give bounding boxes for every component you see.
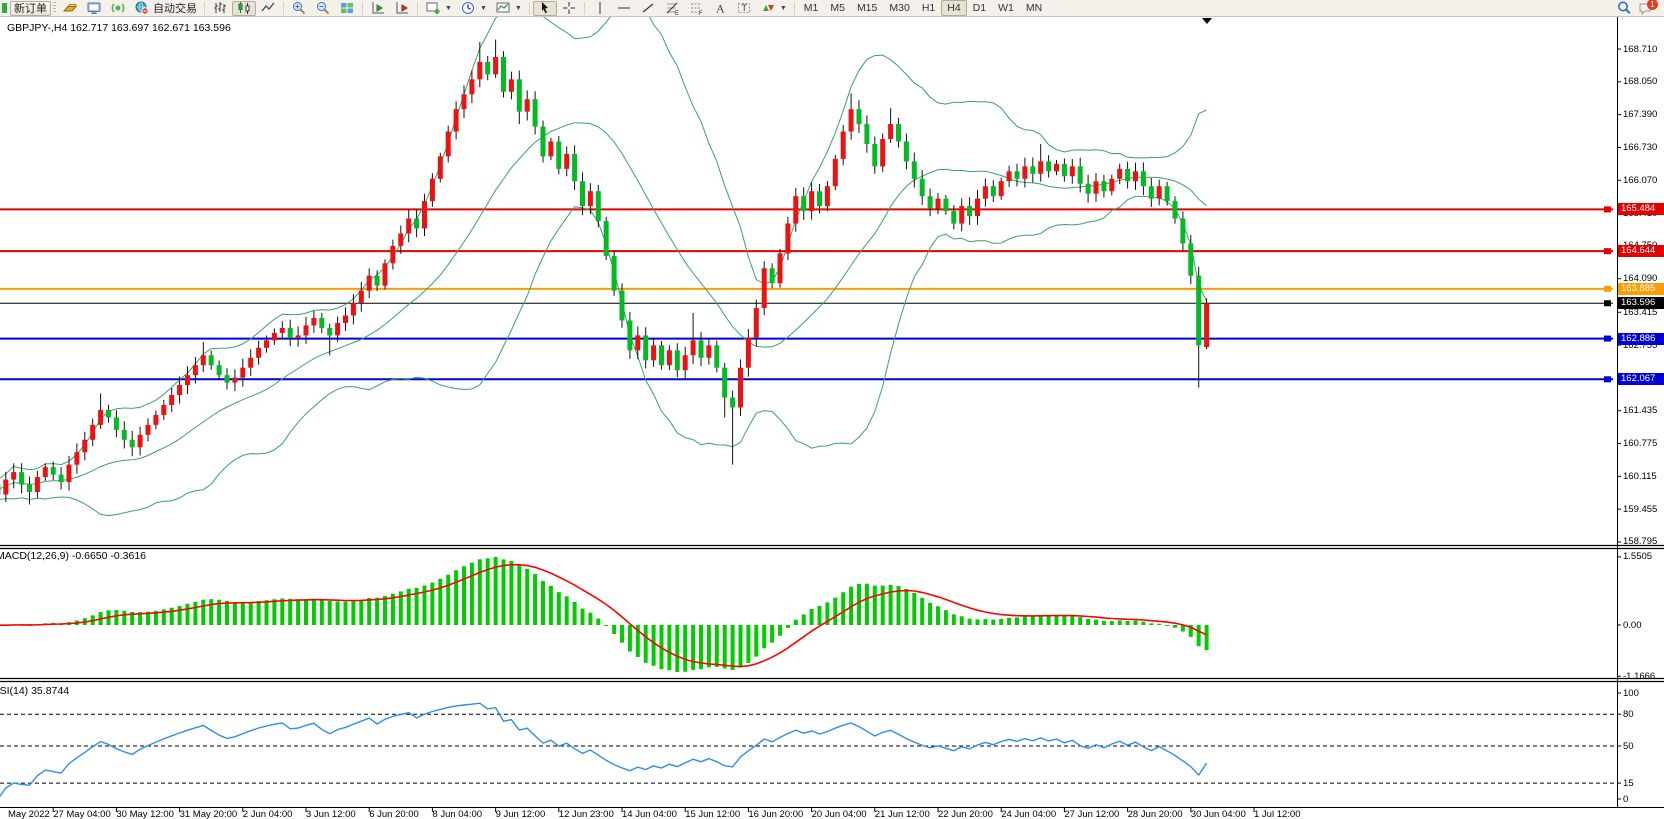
template-icon (495, 0, 511, 16)
bar-chart-button[interactable] (208, 1, 232, 16)
terminal-button[interactable] (82, 1, 106, 16)
crosshair-tool-button[interactable] (557, 1, 581, 16)
toolbar-separator (584, 2, 585, 15)
tile-windows-button[interactable] (335, 1, 359, 16)
chart-canvas[interactable] (0, 0, 1664, 819)
text-tool-button[interactable]: A (708, 1, 732, 16)
text-label-tool-button[interactable]: T (732, 1, 756, 16)
bar-chart-icon (212, 0, 228, 16)
clock-icon (460, 0, 476, 16)
svg-text:E: E (675, 11, 679, 16)
clipped-icon (2, 3, 7, 13)
new-order-label: 新订单 (14, 0, 47, 16)
toolbar-right-group: 1 (1616, 0, 1662, 16)
dropdown-caret-icon: ▼ (445, 5, 452, 12)
auto-scroll-button[interactable] (366, 1, 390, 16)
toolbar-drag-handle[interactable] (53, 2, 56, 14)
terminal-icon (86, 0, 102, 16)
rsi-indicator-label: RSI(14) 35.8744 (0, 685, 69, 697)
toolbar-separator (417, 2, 418, 15)
timeframe-m15-button[interactable]: M15 (851, 0, 883, 16)
chart-shift-icon (394, 0, 410, 16)
svg-text:A: A (716, 2, 725, 16)
autotrade-globe-icon (134, 0, 150, 16)
line-chart-button[interactable] (256, 1, 280, 16)
timeframe-m30-button[interactable]: M30 (883, 0, 915, 16)
autotrading-label: 自动交易 (153, 0, 197, 16)
channel-icon: F (688, 0, 704, 16)
text-label-icon: T (736, 0, 752, 16)
zoom-out-icon (315, 0, 331, 16)
notification-badge: 1 (1647, 0, 1658, 10)
signals-button[interactable] (106, 1, 130, 16)
candlestick-chart-button[interactable] (232, 1, 256, 16)
dropdown-caret-icon: ▼ (515, 5, 522, 12)
trendline-icon (640, 0, 656, 16)
arrows-icon (760, 0, 776, 16)
chart-shift-button[interactable] (390, 1, 414, 16)
zoom-out-button[interactable] (311, 1, 335, 16)
zoom-in-icon (291, 0, 307, 16)
timeframe-h4-button[interactable]: H4 (941, 0, 966, 16)
dropdown-caret-icon: ▼ (480, 5, 487, 12)
candlestick-icon (236, 0, 252, 16)
timeframe-m1-button[interactable]: M1 (798, 0, 825, 16)
crosshair-icon (561, 0, 577, 16)
new-order-button[interactable]: 新订单 (10, 1, 51, 16)
indicators-button[interactable]: ▼ (421, 1, 456, 16)
indicators-icon (425, 0, 441, 16)
search-icon[interactable] (1616, 0, 1632, 16)
timeframe-m5-button[interactable]: M5 (824, 0, 851, 16)
tile-windows-icon (339, 0, 355, 16)
timeframe-mn-button[interactable]: MN (1020, 0, 1048, 16)
toolbar-separator (362, 2, 363, 15)
fibonacci-tool-button[interactable]: E (660, 1, 684, 16)
horizontal-line-icon (616, 0, 632, 16)
timeframe-d1-button[interactable]: D1 (967, 0, 992, 16)
dropdown-caret-icon: ▼ (780, 5, 787, 12)
channel-tool-button[interactable]: F (684, 1, 708, 16)
charts-button[interactable] (58, 1, 82, 16)
toolbar-separator (204, 2, 205, 15)
mt4-window: 168.710168.050167.390166.730166.070165.4… (0, 0, 1664, 819)
gold-bar-icon (62, 0, 78, 16)
vertical-line-tool-button[interactable] (588, 1, 612, 16)
toolbar-separator (283, 2, 284, 15)
svg-text:T: T (741, 3, 747, 13)
notifications-button[interactable]: 1 (1638, 0, 1656, 16)
main-toolbar: 新订单 自动交易 (0, 0, 1664, 17)
toolbar-separator (794, 2, 795, 15)
toolbar-separator (529, 2, 530, 15)
vertical-line-icon (592, 0, 608, 16)
auto-scroll-icon (370, 0, 386, 16)
macd-indicator-label: MACD(12,26,9) -0.6650 -0.3616 (0, 550, 146, 562)
trendline-tool-button[interactable] (636, 1, 660, 16)
line-chart-icon (260, 0, 276, 16)
chart-shift-marker[interactable] (1202, 18, 1212, 24)
autotrading-button[interactable]: 自动交易 (130, 1, 201, 16)
horizontal-line-tool-button[interactable] (612, 1, 636, 16)
text-icon: A (712, 0, 728, 16)
fibonacci-icon: E (664, 0, 680, 16)
timeframe-h1-button[interactable]: H1 (916, 0, 941, 16)
periods-button[interactable]: ▼ (456, 1, 491, 16)
svg-text:F: F (699, 11, 703, 16)
arrows-tool-button[interactable]: ▼ (756, 1, 791, 16)
timeframe-w1-button[interactable]: W1 (992, 0, 1020, 16)
templates-button[interactable]: ▼ (491, 1, 526, 16)
cursor-tool-button[interactable] (533, 1, 557, 16)
cursor-arrow-icon (537, 0, 553, 16)
signal-icon (110, 0, 126, 16)
symbol-ohlc-readout: GBPJPY-,H4 162.717 163.697 162.671 163.5… (7, 22, 231, 34)
zoom-in-button[interactable] (287, 1, 311, 16)
